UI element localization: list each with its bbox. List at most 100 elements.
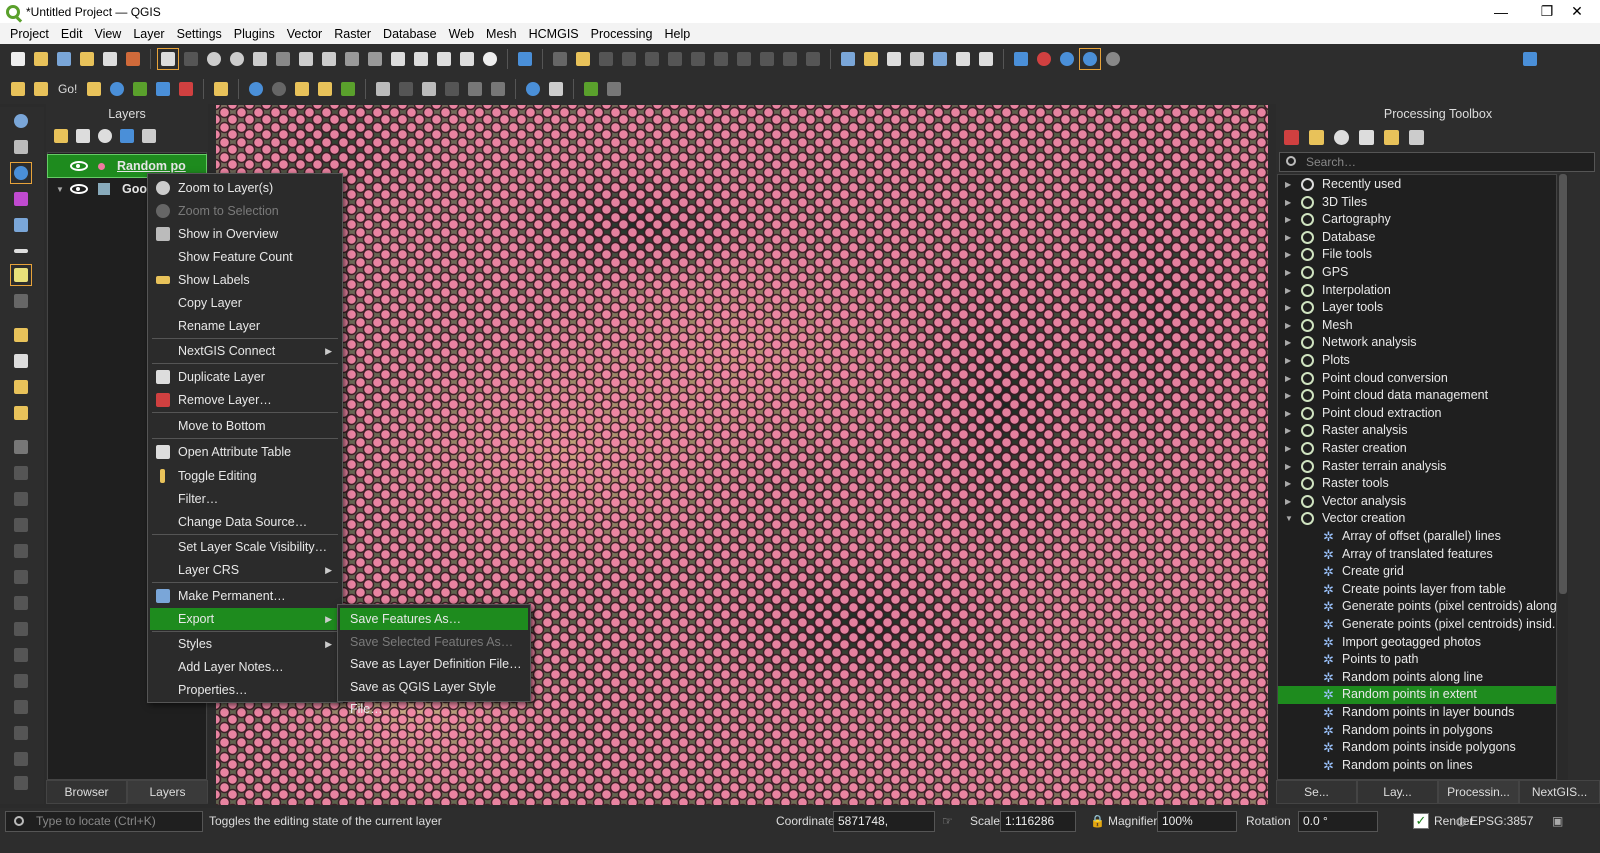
fill-ring-icon[interactable]: [11, 697, 31, 717]
tab-search[interactable]: Se...: [1276, 780, 1357, 804]
help-icon[interactable]: [1520, 49, 1540, 69]
select-by-value-icon[interactable]: [884, 49, 904, 69]
menu-hcmgis[interactable]: HCMGIS: [523, 27, 585, 41]
processing-algorithm[interactable]: ✲ Array of translated features: [1278, 546, 1556, 564]
layer-style-icon[interactable]: [130, 79, 150, 99]
zoom-in-icon[interactable]: [204, 49, 224, 69]
processing-group[interactable]: ▶ Database: [1278, 229, 1556, 247]
menu-item-styles[interactable]: Styles ▶: [150, 633, 340, 655]
processing-group[interactable]: ▶ Raster tools: [1278, 475, 1556, 493]
digitize-left-icon[interactable]: [11, 489, 31, 509]
menu-database[interactable]: Database: [377, 27, 443, 41]
menu-item-set-scale-visibility[interactable]: Set Layer Scale Visibility…: [150, 536, 340, 558]
cross-tool-icon[interactable]: [338, 79, 358, 99]
lock-scale-icon[interactable]: 🔒: [1090, 814, 1105, 828]
save-project-icon[interactable]: [54, 49, 74, 69]
processing-algorithm[interactable]: ✲ Random points on lines: [1278, 757, 1556, 775]
menu-item-save-qgis-style[interactable]: Save as QGIS Layer Style File…: [340, 676, 528, 716]
extents-toggle-icon[interactable]: ☞: [942, 814, 953, 828]
zoom-next-icon[interactable]: [365, 49, 385, 69]
menu-item-show-in-overview[interactable]: Show in Overview: [150, 223, 340, 245]
processing-group[interactable]: ▶ Plots: [1278, 352, 1556, 370]
expand-arrow-icon[interactable]: ▶: [1285, 299, 1291, 317]
snapping-icon[interactable]: [11, 291, 31, 311]
expand-arrow-icon[interactable]: ▶: [1285, 352, 1291, 370]
identify-features-icon[interactable]: [838, 49, 858, 69]
add-point-icon[interactable]: [396, 79, 416, 99]
menu-item-make-permanent[interactable]: Make Permanent…: [150, 585, 340, 607]
processing-group[interactable]: ▶ Point cloud conversion: [1278, 370, 1556, 388]
measure-icon[interactable]: [11, 137, 31, 157]
script-icon[interactable]: [31, 79, 51, 99]
field-calculator-icon[interactable]: [930, 49, 950, 69]
cut-features-icon[interactable]: [711, 49, 731, 69]
results-icon[interactable]: [1359, 129, 1374, 145]
processing-group[interactable]: ▶ Interpolation: [1278, 282, 1556, 300]
expand-arrow-icon[interactable]: ▶: [1285, 317, 1291, 335]
save-edits-icon[interactable]: [596, 49, 616, 69]
ruler-icon[interactable]: [373, 79, 393, 99]
edit-features-icon[interactable]: [1384, 129, 1399, 145]
statistics-icon[interactable]: [953, 49, 973, 69]
zoom-out-icon[interactable]: [227, 49, 247, 69]
trim-icon[interactable]: [11, 773, 31, 793]
menu-item-remove-layer[interactable]: Remove Layer…: [150, 389, 340, 411]
save-as-icon[interactable]: [77, 49, 97, 69]
rotate-icon[interactable]: [11, 515, 31, 535]
expand-arrow-icon[interactable]: ▶: [1285, 458, 1291, 476]
menu-item-add-layer-notes[interactable]: Add Layer Notes…: [150, 656, 340, 678]
menu-mesh[interactable]: Mesh: [480, 27, 523, 41]
menu-plugins[interactable]: Plugins: [228, 27, 281, 41]
menu-item-change-data-source[interactable]: Change Data Source…: [150, 511, 340, 533]
layer-stack-icon[interactable]: [315, 79, 335, 99]
menu-item-filter[interactable]: Filter…: [150, 488, 340, 510]
processing-group[interactable]: ▶ Point cloud extraction: [1278, 405, 1556, 423]
map-tips-icon[interactable]: [1011, 49, 1031, 69]
processing-scrollbar[interactable]: [1558, 174, 1568, 780]
tab-browser[interactable]: Browser: [46, 780, 127, 804]
visibility-eye-icon[interactable]: [70, 184, 88, 194]
select-location-icon[interactable]: [11, 377, 31, 397]
menu-project[interactable]: Project: [4, 27, 55, 41]
expand-arrow-icon[interactable]: ▶: [1285, 387, 1291, 405]
processing-algorithm[interactable]: ✲ Random points in layer bounds: [1278, 704, 1556, 722]
processing-algorithm[interactable]: ✲ Random points inside polygons: [1278, 739, 1556, 757]
processing-group[interactable]: ▶ Cartography: [1278, 211, 1556, 229]
toggle-editing-icon[interactable]: [573, 49, 593, 69]
menu-vector[interactable]: Vector: [281, 27, 328, 41]
vertex-left-icon[interactable]: [11, 463, 31, 483]
undo-icon[interactable]: [780, 49, 800, 69]
bookmark-icon[interactable]: [434, 49, 454, 69]
curve-icon[interactable]: [11, 749, 31, 769]
messages-icon[interactable]: ▣: [1552, 814, 1563, 828]
vertex-edit-icon[interactable]: [488, 79, 508, 99]
temporal-controller-icon[interactable]: [480, 49, 500, 69]
locator-input[interactable]: Type to locate (Ctrl+K): [5, 811, 203, 832]
expand-arrow-icon[interactable]: ▶: [1285, 176, 1291, 194]
ruler-line-icon[interactable]: [11, 241, 31, 261]
expand-arrow-icon[interactable]: ▼: [1285, 510, 1293, 528]
add-group-icon[interactable]: [76, 129, 90, 143]
processing-algorithm[interactable]: ✲ Points to path: [1278, 651, 1556, 669]
menu-edit[interactable]: Edit: [55, 27, 89, 41]
reshape-icon[interactable]: [11, 567, 31, 587]
expand-arrow-icon[interactable]: ▶: [1285, 246, 1291, 264]
tab-nextgis[interactable]: NextGIS...: [1519, 780, 1600, 804]
info-icon[interactable]: [523, 79, 543, 99]
web-map-icon[interactable]: [1079, 48, 1101, 70]
crs-button[interactable]: EPSG:3857: [1470, 814, 1533, 828]
go-button[interactable]: Go!: [54, 82, 81, 96]
split-icon[interactable]: [11, 593, 31, 613]
processing-algorithm[interactable]: ✲ Generate points (pixel centroids) along…: [1278, 598, 1556, 616]
menu-item-properties[interactable]: Properties…: [150, 679, 340, 701]
render-checkbox[interactable]: ✓: [1413, 813, 1429, 829]
python-scripts-icon[interactable]: [1309, 129, 1324, 145]
new-map-view-icon[interactable]: [388, 49, 408, 69]
network-icon[interactable]: [153, 79, 173, 99]
menu-item-nextgis-connect[interactable]: NextGIS Connect ▶: [150, 340, 340, 362]
menu-item-save-features-as[interactable]: Save Features As…: [340, 608, 528, 630]
merge-icon[interactable]: [11, 619, 31, 639]
annotation-icon[interactable]: [1034, 49, 1054, 69]
crs-globe-icon[interactable]: ◍: [1456, 814, 1466, 828]
redo-icon[interactable]: [803, 49, 823, 69]
